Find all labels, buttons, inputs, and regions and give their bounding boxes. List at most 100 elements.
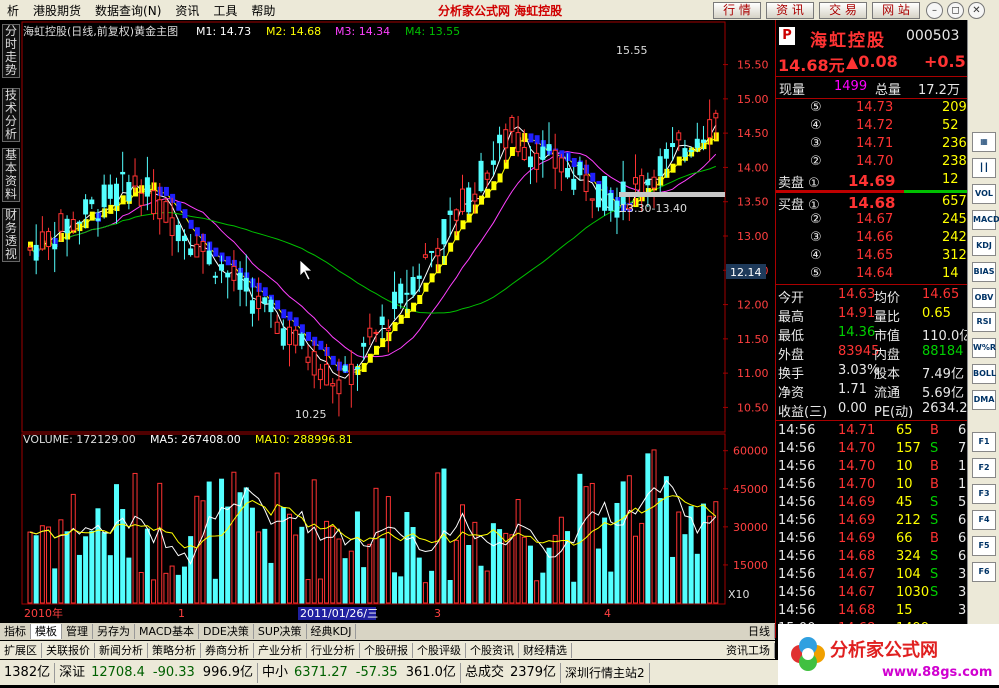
chart-type-icon[interactable]: ▦ [972, 132, 996, 152]
volume-bar [27, 531, 33, 604]
volume-bar [39, 525, 45, 604]
tab-technical[interactable]: 技术分析 [2, 88, 20, 142]
f3-icon[interactable]: F3 [972, 484, 996, 504]
quotes-button[interactable]: 行 情 [713, 2, 761, 19]
volume-bar [231, 471, 237, 604]
tab-strategy[interactable]: 策略分析 [148, 642, 201, 658]
buy-row: 买盘 ① 14.68 657 [776, 194, 968, 213]
kdj-icon[interactable]: KDJ [972, 236, 996, 256]
f6-icon[interactable]: F6 [972, 562, 996, 582]
chart-tab-template[interactable]: 模板 [31, 624, 62, 639]
macd-icon[interactable]: MACD [972, 210, 999, 230]
volume-bar [657, 498, 663, 604]
candle-body [83, 199, 89, 215]
info-button[interactable]: 资 讯 [766, 2, 814, 19]
tab-financials[interactable]: 财务透视 [2, 208, 20, 262]
news-factory-label[interactable]: 资讯工场 [722, 642, 775, 658]
wr-icon[interactable]: W%R [972, 338, 996, 358]
server-name: 深圳行情主站2 [561, 662, 650, 683]
trend-box [466, 213, 472, 223]
trade-count: 3 [958, 567, 967, 582]
tab-stock-research[interactable]: 个股研报 [360, 642, 413, 658]
menu-item-tools[interactable]: 工具 [206, 2, 244, 19]
f4-icon[interactable]: F4 [972, 510, 996, 530]
tab-sector[interactable]: 行业分析 [307, 642, 360, 658]
tab-stock-rating[interactable]: 个股评级 [413, 642, 466, 658]
obv-icon[interactable]: OBV [972, 288, 996, 308]
kline-chart[interactable]: 15.5015.0014.5014.0013.5013.0012.5012.00… [20, 20, 775, 623]
candle-body [354, 367, 360, 370]
restore-icon[interactable]: ◻ [947, 2, 964, 19]
menu-item-help[interactable]: 帮助 [244, 2, 282, 19]
candle-body [416, 275, 422, 279]
menu-item-analysis[interactable]: 析 [0, 2, 26, 19]
x10-label: X10 [728, 588, 750, 601]
tab-news-analysis[interactable]: 新闻分析 [95, 642, 148, 658]
website-button[interactable]: 网 站 [872, 2, 920, 19]
volume-bar [521, 536, 527, 604]
kline-icon[interactable]: ┃┃ [972, 158, 996, 178]
trade-price: 14.68 [838, 549, 876, 564]
trend-box [528, 133, 534, 143]
trend-box [188, 219, 194, 229]
chart-tab-macd[interactable]: MACD基本 [135, 624, 199, 639]
vol-icon[interactable]: VOL [972, 184, 996, 204]
volume-bar [348, 550, 354, 604]
menu-item-news[interactable]: 资讯 [168, 2, 206, 19]
bias-icon[interactable]: BIAS [972, 262, 996, 282]
menu-item-hk-futures[interactable]: 港股期货 [26, 2, 88, 19]
tab-industry-chain[interactable]: 产业分析 [254, 642, 307, 658]
tab-fundamentals[interactable]: 基本资料 [2, 148, 20, 202]
candle-body [138, 192, 144, 206]
trend-box [460, 220, 466, 230]
stat-label: PE(动) [874, 405, 914, 420]
trade-button[interactable]: 交 易 [819, 2, 867, 19]
tab-finance-select[interactable]: 财经精选 [519, 642, 572, 658]
trend-box [479, 195, 485, 205]
tab-broker[interactable]: 券商分析 [201, 642, 254, 658]
trade-volume: 65 [896, 423, 913, 438]
trend-box [392, 322, 398, 332]
close-icon[interactable]: ✕ [968, 2, 985, 19]
sell-price: 14.73 [856, 100, 894, 115]
tab-stock-news[interactable]: 个股资讯 [466, 642, 519, 658]
candle-body [169, 217, 175, 237]
tab-related-quotes[interactable]: 关联报价 [42, 642, 95, 658]
stat-row: 今开 14.63 均价 14.65 [776, 287, 968, 306]
boll-icon[interactable]: BOLL [972, 364, 996, 384]
buy-volume: 657 [942, 194, 967, 209]
sell-row: ③ 14.71 236 [776, 136, 968, 154]
f5-icon[interactable]: F5 [972, 536, 996, 556]
rsi-icon[interactable]: RSI [972, 312, 996, 332]
trend-box [590, 172, 596, 182]
trend-box [293, 317, 299, 327]
chart-tab-sup[interactable]: SUP决策 [254, 624, 307, 639]
chart-tab-indicator[interactable]: 指标 [0, 624, 31, 639]
f2-icon[interactable]: F2 [972, 458, 996, 478]
candle-body [404, 292, 410, 295]
trend-box [361, 362, 367, 372]
volume-bar [633, 535, 638, 604]
volume-bar [219, 478, 225, 604]
daily-period-label[interactable]: 日线 [744, 624, 775, 639]
volume-bar [484, 570, 490, 604]
chart-tab-kdj[interactable]: 经典KDJ [307, 624, 357, 639]
tab-intraday[interactable]: 分时走势 [2, 24, 20, 78]
minimize-icon[interactable]: – [926, 2, 943, 19]
ma2-label: M2: 14.68 [266, 25, 321, 38]
candle-body [237, 272, 243, 290]
candle-body [453, 209, 459, 221]
price-tick-5: 13.00 [737, 230, 769, 243]
volume-bar [707, 515, 713, 604]
f1-icon[interactable]: F1 [972, 432, 996, 452]
tab-extension[interactable]: 扩展区 [0, 642, 42, 658]
chart-tab-manage[interactable]: 管理 [62, 624, 93, 639]
price-tick-1: 15.00 [737, 93, 769, 106]
trend-box [448, 242, 454, 252]
sell-level-label: ③ [810, 136, 822, 151]
menu-item-data-query[interactable]: 数据查询(N) [88, 2, 168, 19]
chart-tab-saveas[interactable]: 另存为 [93, 624, 135, 639]
sell-volume: 209 [942, 100, 967, 115]
dma-icon[interactable]: DMA [972, 390, 996, 410]
chart-tab-dde[interactable]: DDE决策 [199, 624, 254, 639]
